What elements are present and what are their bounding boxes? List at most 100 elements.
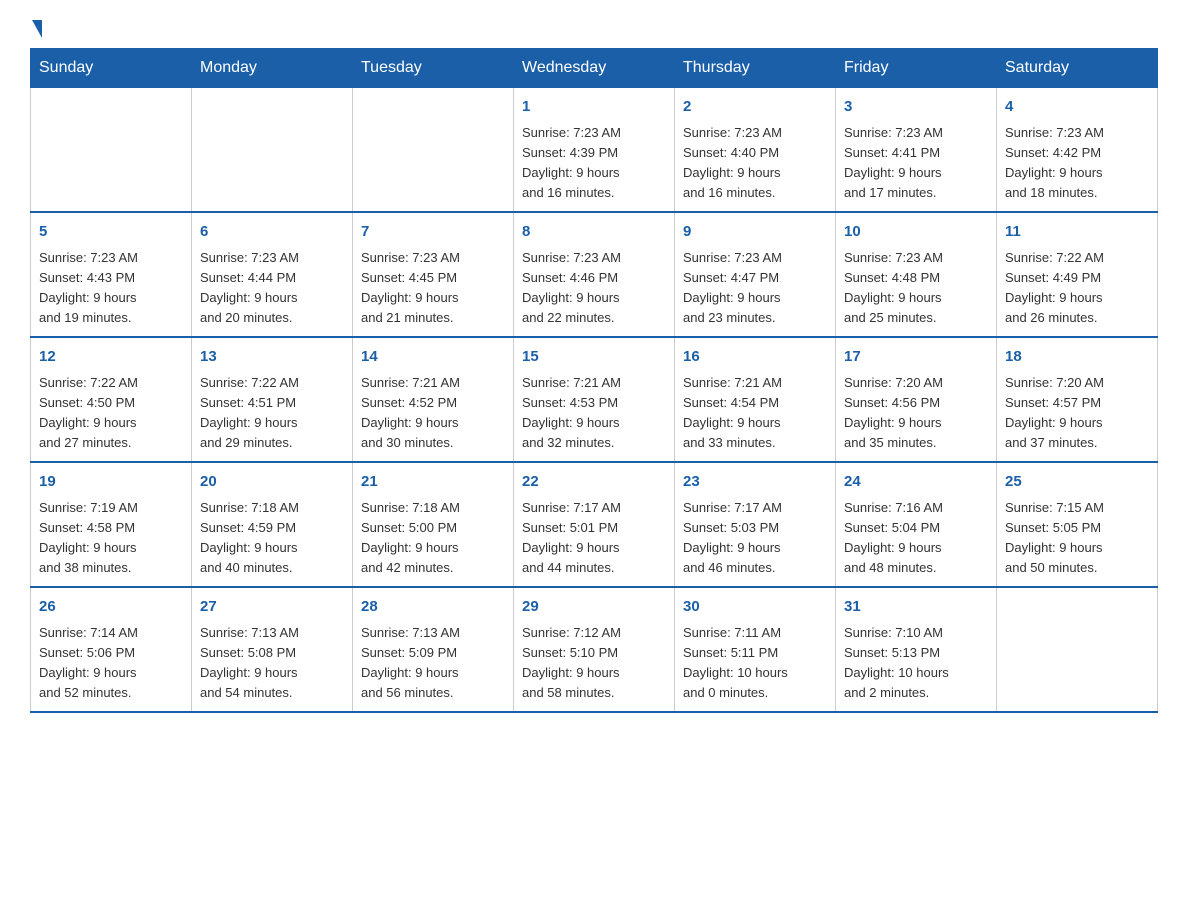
day-number: 28: [361, 596, 505, 619]
calendar-table: SundayMondayTuesdayWednesdayThursdayFrid…: [30, 48, 1158, 713]
day-number: 21: [361, 471, 505, 494]
day-number: 2: [683, 96, 827, 119]
day-info: Sunrise: 7:23 AM Sunset: 4:39 PM Dayligh…: [522, 123, 666, 204]
day-info: Sunrise: 7:19 AM Sunset: 4:58 PM Dayligh…: [39, 498, 183, 579]
day-info: Sunrise: 7:22 AM Sunset: 4:51 PM Dayligh…: [200, 373, 344, 454]
day-number: 22: [522, 471, 666, 494]
day-number: 6: [200, 221, 344, 244]
calendar-cell: [31, 88, 192, 213]
calendar-cell: 18 Sunrise: 7:20 AM Sunset: 4:57 PM Dayli…: [997, 337, 1158, 462]
calendar-cell: 23 Sunrise: 7:17 AM Sunset: 5:03 PM Dayli…: [675, 462, 836, 587]
day-info: Sunrise: 7:17 AM Sunset: 5:03 PM Dayligh…: [683, 498, 827, 579]
calendar-cell: 11 Sunrise: 7:22 AM Sunset: 4:49 PM Dayli…: [997, 212, 1158, 337]
calendar-week-1: 1 Sunrise: 7:23 AM Sunset: 4:39 PM Daylig…: [31, 88, 1158, 213]
day-info: Sunrise: 7:20 AM Sunset: 4:56 PM Dayligh…: [844, 373, 988, 454]
calendar-cell: 21 Sunrise: 7:18 AM Sunset: 5:00 PM Dayli…: [353, 462, 514, 587]
calendar-cell: 12 Sunrise: 7:22 AM Sunset: 4:50 PM Dayli…: [31, 337, 192, 462]
calendar-cell: 29 Sunrise: 7:12 AM Sunset: 5:10 PM Dayli…: [514, 587, 675, 712]
day-number: 14: [361, 346, 505, 369]
calendar-cell: 24Sunrise: 7:16 AM Sunset: 5:04 PM Dayli…: [836, 462, 997, 587]
day-info: Sunrise: 7:14 AM Sunset: 5:06 PM Dayligh…: [39, 623, 183, 704]
calendar-cell: 17Sunrise: 7:20 AM Sunset: 4:56 PM Dayli…: [836, 337, 997, 462]
calendar-cell: 3 Sunrise: 7:23 AM Sunset: 4:41 PM Daylig…: [836, 88, 997, 213]
calendar-cell: 13 Sunrise: 7:22 AM Sunset: 4:51 PM Dayli…: [192, 337, 353, 462]
calendar-cell: 27 Sunrise: 7:13 AM Sunset: 5:08 PM Dayli…: [192, 587, 353, 712]
calendar-cell: 20 Sunrise: 7:18 AM Sunset: 4:59 PM Dayli…: [192, 462, 353, 587]
day-info: Sunrise: 7:21 AM Sunset: 4:52 PM Dayligh…: [361, 373, 505, 454]
logo-triangle-icon: [32, 20, 42, 38]
calendar-cell: [997, 587, 1158, 712]
calendar-cell: 22 Sunrise: 7:17 AM Sunset: 5:01 PM Dayli…: [514, 462, 675, 587]
weekday-header-wednesday: Wednesday: [514, 49, 675, 88]
calendar-cell: 10 Sunrise: 7:23 AM Sunset: 4:48 PM Dayli…: [836, 212, 997, 337]
calendar-cell: 5 Sunrise: 7:23 AM Sunset: 4:43 PM Daylig…: [31, 212, 192, 337]
day-info: Sunrise: 7:23 AM Sunset: 4:45 PM Dayligh…: [361, 248, 505, 329]
day-number: 4: [1005, 96, 1149, 119]
day-info: Sunrise: 7:23 AM Sunset: 4:44 PM Dayligh…: [200, 248, 344, 329]
calendar-cell: 30 Sunrise: 7:11 AM Sunset: 5:11 PM Dayli…: [675, 587, 836, 712]
day-info: Sunrise: 7:22 AM Sunset: 4:49 PM Dayligh…: [1005, 248, 1149, 329]
day-info: Sunrise: 7:21 AM Sunset: 4:53 PM Dayligh…: [522, 373, 666, 454]
day-info: Sunrise: 7:15 AM Sunset: 5:05 PM Dayligh…: [1005, 498, 1149, 579]
day-info: Sunrise: 7:12 AM Sunset: 5:10 PM Dayligh…: [522, 623, 666, 704]
day-info: Sunrise: 7:18 AM Sunset: 4:59 PM Dayligh…: [200, 498, 344, 579]
day-number: 15: [522, 346, 666, 369]
day-number: 3: [844, 96, 988, 119]
weekday-header-saturday: Saturday: [997, 49, 1158, 88]
weekday-header-thursday: Thursday: [675, 49, 836, 88]
day-info: Sunrise: 7:13 AM Sunset: 5:08 PM Dayligh…: [200, 623, 344, 704]
calendar-cell: [192, 88, 353, 213]
day-info: Sunrise: 7:17 AM Sunset: 5:01 PM Dayligh…: [522, 498, 666, 579]
day-info: Sunrise: 7:23 AM Sunset: 4:42 PM Dayligh…: [1005, 123, 1149, 204]
day-info: Sunrise: 7:18 AM Sunset: 5:00 PM Dayligh…: [361, 498, 505, 579]
weekday-header-friday: Friday: [836, 49, 997, 88]
day-info: Sunrise: 7:23 AM Sunset: 4:46 PM Dayligh…: [522, 248, 666, 329]
day-info: Sunrise: 7:23 AM Sunset: 4:41 PM Dayligh…: [844, 123, 988, 204]
calendar-cell: 7 Sunrise: 7:23 AM Sunset: 4:45 PM Daylig…: [353, 212, 514, 337]
calendar-cell: [353, 88, 514, 213]
weekday-header-sunday: Sunday: [31, 49, 192, 88]
day-number: 12: [39, 346, 183, 369]
day-number: 9: [683, 221, 827, 244]
day-number: 18: [1005, 346, 1149, 369]
day-info: Sunrise: 7:13 AM Sunset: 5:09 PM Dayligh…: [361, 623, 505, 704]
calendar-cell: 14 Sunrise: 7:21 AM Sunset: 4:52 PM Dayli…: [353, 337, 514, 462]
day-number: 26: [39, 596, 183, 619]
calendar-cell: 25 Sunrise: 7:15 AM Sunset: 5:05 PM Dayli…: [997, 462, 1158, 587]
logo: [30, 20, 46, 38]
day-number: 11: [1005, 221, 1149, 244]
calendar-cell: 6 Sunrise: 7:23 AM Sunset: 4:44 PM Daylig…: [192, 212, 353, 337]
calendar-week-4: 19 Sunrise: 7:19 AM Sunset: 4:58 PM Dayli…: [31, 462, 1158, 587]
day-number: 27: [200, 596, 344, 619]
day-info: Sunrise: 7:20 AM Sunset: 4:57 PM Dayligh…: [1005, 373, 1149, 454]
day-info: Sunrise: 7:23 AM Sunset: 4:47 PM Dayligh…: [683, 248, 827, 329]
weekday-header-monday: Monday: [192, 49, 353, 88]
calendar-cell: 31Sunrise: 7:10 AM Sunset: 5:13 PM Dayli…: [836, 587, 997, 712]
day-number: 13: [200, 346, 344, 369]
calendar-cell: 1 Sunrise: 7:23 AM Sunset: 4:39 PM Daylig…: [514, 88, 675, 213]
day-number: 19: [39, 471, 183, 494]
day-number: 7: [361, 221, 505, 244]
calendar-week-5: 26 Sunrise: 7:14 AM Sunset: 5:06 PM Dayli…: [31, 587, 1158, 712]
day-info: Sunrise: 7:23 AM Sunset: 4:48 PM Dayligh…: [844, 248, 988, 329]
calendar-cell: 15 Sunrise: 7:21 AM Sunset: 4:53 PM Dayli…: [514, 337, 675, 462]
day-number: 31: [844, 596, 988, 619]
day-number: 1: [522, 96, 666, 119]
day-number: 30: [683, 596, 827, 619]
day-number: 23: [683, 471, 827, 494]
calendar-cell: 19 Sunrise: 7:19 AM Sunset: 4:58 PM Dayli…: [31, 462, 192, 587]
day-number: 29: [522, 596, 666, 619]
day-number: 24: [844, 471, 988, 494]
calendar-week-3: 12 Sunrise: 7:22 AM Sunset: 4:50 PM Dayli…: [31, 337, 1158, 462]
day-info: Sunrise: 7:23 AM Sunset: 4:43 PM Dayligh…: [39, 248, 183, 329]
day-info: Sunrise: 7:22 AM Sunset: 4:50 PM Dayligh…: [39, 373, 183, 454]
calendar-week-2: 5 Sunrise: 7:23 AM Sunset: 4:43 PM Daylig…: [31, 212, 1158, 337]
day-number: 20: [200, 471, 344, 494]
day-info: Sunrise: 7:11 AM Sunset: 5:11 PM Dayligh…: [683, 623, 827, 704]
day-number: 25: [1005, 471, 1149, 494]
day-number: 5: [39, 221, 183, 244]
calendar-cell: 9 Sunrise: 7:23 AM Sunset: 4:47 PM Daylig…: [675, 212, 836, 337]
calendar-cell: 2Sunrise: 7:23 AM Sunset: 4:40 PM Daylig…: [675, 88, 836, 213]
day-info: Sunrise: 7:21 AM Sunset: 4:54 PM Dayligh…: [683, 373, 827, 454]
day-number: 10: [844, 221, 988, 244]
